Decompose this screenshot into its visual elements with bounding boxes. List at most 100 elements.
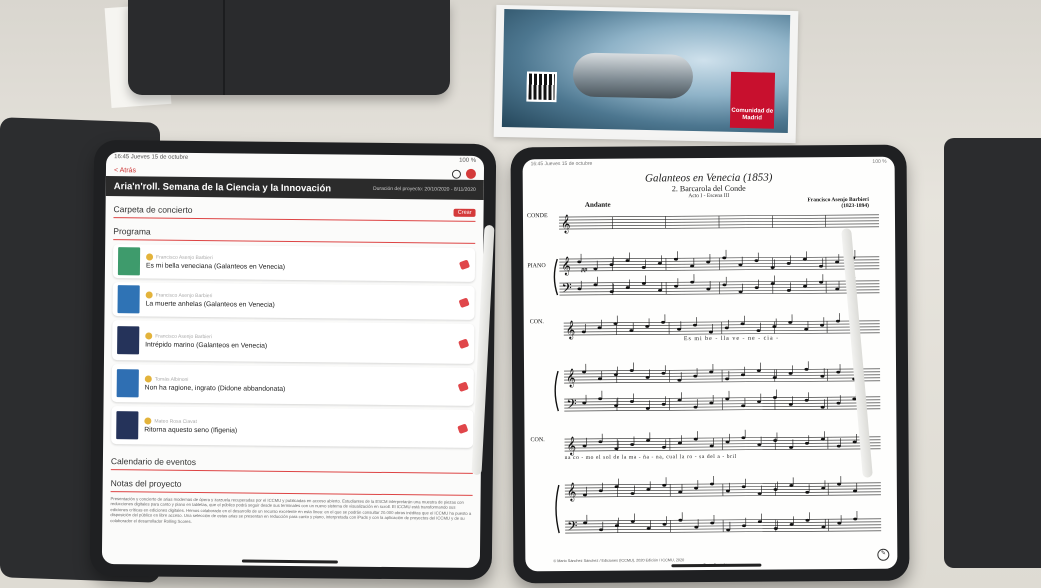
program-list: Francisco Asenjo Barbieri Es mi bella ve… bbox=[103, 240, 483, 448]
note-head bbox=[694, 486, 699, 490]
piece-title: Intrépido marino (Galanteos en Venecia) bbox=[145, 341, 268, 350]
note-head bbox=[613, 322, 618, 326]
create-button[interactable]: Crear bbox=[453, 208, 476, 217]
note-head bbox=[773, 488, 778, 491]
note-head bbox=[693, 374, 698, 378]
note-head bbox=[598, 440, 603, 444]
back-button[interactable]: < Atrás bbox=[114, 167, 136, 174]
record-icon[interactable] bbox=[465, 168, 477, 179]
note-head bbox=[789, 484, 794, 487]
eraser-icon[interactable] bbox=[458, 338, 470, 350]
note-head bbox=[598, 397, 603, 401]
composer-badge bbox=[144, 417, 152, 425]
score-cover-icon bbox=[117, 285, 140, 314]
lyrics-line-1: Es mi be - lla ve - ne - cia - bbox=[683, 335, 780, 343]
note-head bbox=[835, 287, 840, 291]
nav-icons bbox=[451, 168, 477, 179]
score-cover-icon bbox=[116, 369, 139, 398]
list-item[interactable]: Tomás Albinoni Non ha ragione, ingrato (… bbox=[111, 364, 474, 406]
note-head bbox=[577, 260, 582, 264]
battery-status: 100 % bbox=[459, 157, 477, 164]
note-head bbox=[837, 521, 842, 525]
eraser-icon[interactable] bbox=[457, 381, 469, 393]
note-head bbox=[821, 486, 826, 490]
note-head bbox=[630, 520, 635, 523]
note-head bbox=[722, 256, 727, 260]
note-head bbox=[692, 323, 697, 327]
composer-badge bbox=[146, 253, 154, 261]
note-head bbox=[852, 440, 857, 444]
note-head bbox=[725, 397, 730, 401]
eraser-icon[interactable] bbox=[458, 297, 470, 309]
dynamic-marking: pp bbox=[581, 266, 588, 273]
note-head bbox=[835, 319, 840, 323]
eraser-icon[interactable] bbox=[458, 259, 471, 271]
note-head bbox=[598, 489, 603, 493]
note-head bbox=[726, 528, 731, 532]
note-head bbox=[756, 329, 761, 333]
note-head bbox=[835, 260, 840, 264]
note-head bbox=[836, 401, 841, 405]
note-head bbox=[820, 405, 825, 409]
staff-label-piano: PIANO bbox=[527, 263, 546, 270]
note-head bbox=[657, 261, 662, 265]
note-head bbox=[677, 398, 682, 402]
note-head bbox=[693, 405, 698, 409]
clef-icon: 𝄢 bbox=[561, 280, 571, 299]
pen-icon[interactable]: ✎ bbox=[877, 548, 890, 561]
note-head bbox=[709, 444, 714, 448]
note-head bbox=[788, 321, 793, 324]
right-ipad-screen: 16:45 Jueves 15 de octubre 100 % Galante… bbox=[522, 156, 898, 572]
note-head bbox=[645, 376, 650, 379]
note-head bbox=[773, 439, 778, 442]
note-head bbox=[706, 260, 711, 264]
note-head bbox=[658, 288, 663, 292]
note-head bbox=[706, 287, 711, 291]
score-cover-icon bbox=[117, 326, 140, 355]
note-head bbox=[597, 377, 602, 381]
left-ipad: 16:45 Jueves 15 de octubre 100 % < Atrás… bbox=[89, 139, 497, 581]
note-head bbox=[772, 376, 777, 379]
note-head bbox=[614, 404, 619, 408]
note-head bbox=[804, 398, 809, 402]
home-indicator[interactable] bbox=[671, 563, 762, 568]
system-brace bbox=[554, 370, 559, 412]
eraser-icon[interactable] bbox=[457, 423, 469, 435]
note-head bbox=[597, 326, 602, 330]
note-head bbox=[708, 330, 713, 334]
note-head bbox=[582, 401, 587, 405]
note-head bbox=[661, 402, 666, 406]
composer-badge bbox=[145, 332, 153, 340]
note-head bbox=[742, 524, 747, 528]
project-dates: Duración del proyecto: 20/10/2020 - 8/11… bbox=[372, 185, 476, 193]
note-head bbox=[646, 527, 651, 530]
note-head bbox=[738, 290, 743, 294]
list-item[interactable]: Francisco Asenjo Barbieri La muerte anhe… bbox=[112, 282, 475, 320]
list-item[interactable]: Francisco Asenjo Barbieri Es mi bella ve… bbox=[112, 244, 476, 282]
note-head bbox=[614, 524, 619, 528]
note-head bbox=[837, 482, 842, 486]
status-time: 16:45 Jueves 15 de octubre bbox=[114, 154, 189, 161]
note-head bbox=[836, 444, 841, 448]
list-item[interactable]: Mateo Rosa Ciavat Ritorna aquesto seno (… bbox=[111, 406, 474, 448]
note-head bbox=[740, 373, 745, 377]
note-head bbox=[772, 396, 777, 399]
note-head bbox=[690, 264, 695, 268]
note-head bbox=[805, 490, 810, 494]
system-brace bbox=[553, 258, 559, 296]
note-head bbox=[630, 443, 635, 446]
note-head bbox=[661, 371, 666, 375]
right-tablet-cover bbox=[944, 138, 1041, 568]
note-head bbox=[741, 436, 746, 440]
piece-title: Non ha ragione, ingrato (Didone abbandon… bbox=[144, 384, 286, 393]
home-indicator[interactable] bbox=[241, 559, 338, 564]
list-item[interactable]: Francisco Asenjo Barbieri Intrépido mari… bbox=[111, 320, 475, 364]
note-head bbox=[709, 370, 714, 374]
note-head bbox=[756, 369, 761, 373]
score-cover-icon bbox=[116, 411, 139, 440]
notes-body: Presentación y concierto de arias modern… bbox=[110, 496, 472, 524]
note-head bbox=[741, 404, 746, 408]
note-head bbox=[614, 447, 619, 451]
note-head bbox=[725, 440, 730, 444]
refresh-icon[interactable] bbox=[451, 169, 462, 179]
